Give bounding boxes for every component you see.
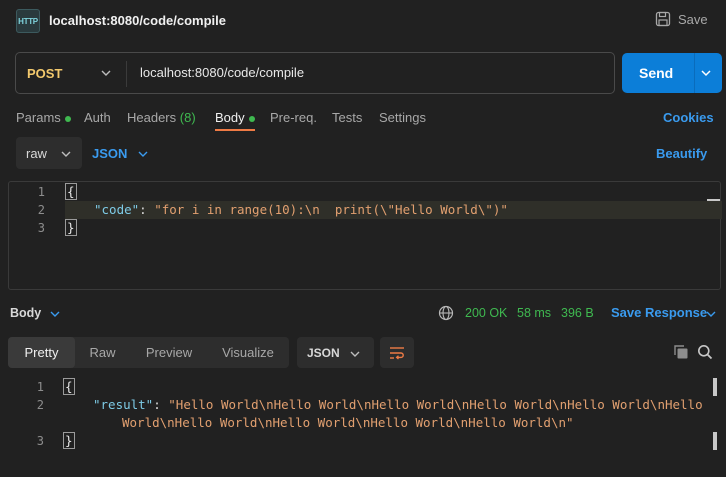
response-format-select[interactable]: JSON [297, 337, 374, 368]
title-bar: HTTP localhost:8080/code/compile Save [0, 0, 726, 44]
tab-pretty[interactable]: Pretty [8, 337, 75, 368]
chevron-down-icon[interactable] [137, 148, 149, 160]
json-key: "result" [93, 397, 154, 412]
beautify-button[interactable]: Beautify [656, 146, 707, 161]
response-section-select[interactable]: Body [10, 306, 41, 320]
open-brace: { [65, 183, 77, 200]
json-key: "code" [94, 202, 140, 217]
scrollbar-thumb[interactable] [713, 378, 717, 396]
request-title[interactable]: localhost:8080/code/compile [49, 13, 226, 28]
http-request-icon: HTTP [16, 9, 40, 33]
tab-headers-label: Headers [127, 110, 177, 125]
wrap-lines-button[interactable] [380, 337, 414, 368]
wrap-lines-icon [390, 347, 404, 360]
tab-body[interactable]: Body [215, 110, 255, 125]
line-number: 1 [37, 185, 45, 199]
json-string-value: World\nHello World\nHello World\nHello W… [122, 415, 574, 430]
url-bar: POST localhost:8080/code/compile [15, 52, 615, 94]
json-string-value: "for i in range(10):\n print(\"Hello Wor… [154, 202, 508, 217]
cookies-link[interactable]: Cookies [663, 110, 714, 125]
response-time[interactable]: 58 ms [517, 306, 551, 320]
tab-preview[interactable]: Preview [134, 337, 204, 368]
chevron-down-icon[interactable] [49, 308, 61, 320]
tab-headers[interactable]: Headers (8) [127, 110, 196, 125]
globe-icon[interactable] [438, 305, 454, 321]
response-status[interactable]: 200 OK [465, 306, 507, 320]
response-view-tabs: Pretty Raw Preview Visualize [8, 337, 289, 368]
json-string-value: "Hello World\nHello World\nHello World\n… [168, 397, 703, 412]
json-colon: : [153, 397, 169, 412]
status-dot [64, 115, 71, 122]
send-button[interactable]: Send [622, 53, 722, 93]
tab-body-label: Body [215, 110, 245, 125]
save-response-button[interactable]: Save Response [611, 305, 707, 320]
response-body-viewer[interactable]: 1 2 3 { "result": "Hello World\nHello Wo… [0, 375, 726, 477]
open-brace: { [63, 378, 75, 395]
url-input[interactable]: localhost:8080/code/compile [140, 65, 304, 80]
body-mode-select[interactable]: raw [16, 137, 82, 169]
divider [694, 53, 695, 93]
body-mode-value: raw [26, 146, 47, 161]
status-dot [248, 115, 255, 122]
divider [126, 61, 127, 87]
line-number: 1 [36, 380, 44, 394]
response-size[interactable]: 396 B [561, 306, 594, 320]
chevron-down-icon[interactable] [700, 67, 712, 79]
tab-params[interactable]: Params [16, 110, 71, 125]
close-brace: } [63, 432, 75, 449]
tab-prereq[interactable]: Pre-req. [270, 110, 317, 125]
body-language-select[interactable]: JSON [92, 146, 127, 161]
request-body-editor[interactable]: 1 2 3 { "code": "for i in range(10):\n p… [8, 181, 722, 290]
chevron-down-icon [61, 151, 71, 157]
save-button[interactable]: Save [655, 11, 708, 27]
save-icon [655, 11, 671, 27]
active-tab-indicator [215, 129, 255, 131]
line-number: 3 [37, 221, 45, 235]
code-line: "result": "Hello World\nHello World\nHel… [93, 397, 703, 412]
copy-icon[interactable] [673, 344, 689, 360]
tab-visualize[interactable]: Visualize [208, 337, 288, 368]
scrollbar-marker[interactable] [707, 199, 720, 201]
headers-count-badge: (8) [179, 110, 196, 125]
send-label: Send [639, 65, 674, 81]
line-number: 3 [36, 434, 44, 448]
tab-settings[interactable]: Settings [379, 110, 426, 125]
tab-tests[interactable]: Tests [332, 110, 362, 125]
line-number: 2 [36, 398, 44, 412]
tab-auth[interactable]: Auth [84, 110, 111, 125]
code-line: "code": "for i in range(10):\n print(\"H… [94, 202, 508, 217]
scrollbar-thumb[interactable] [713, 432, 717, 450]
method-select[interactable]: POST [27, 66, 62, 81]
chevron-down-icon [350, 351, 360, 357]
tab-raw[interactable]: Raw [75, 337, 130, 368]
save-label: Save [678, 11, 708, 27]
chevron-down-icon[interactable] [705, 308, 717, 320]
close-brace: } [65, 219, 77, 236]
chevron-down-icon[interactable] [100, 67, 112, 79]
json-colon: : [139, 202, 155, 217]
response-format-value: JSON [307, 346, 340, 360]
code-line-wrapped: World\nHello World\nHello World\nHello W… [122, 415, 574, 430]
line-number: 2 [37, 203, 45, 217]
tab-params-label: Params [16, 110, 61, 125]
search-icon[interactable] [697, 344, 713, 360]
